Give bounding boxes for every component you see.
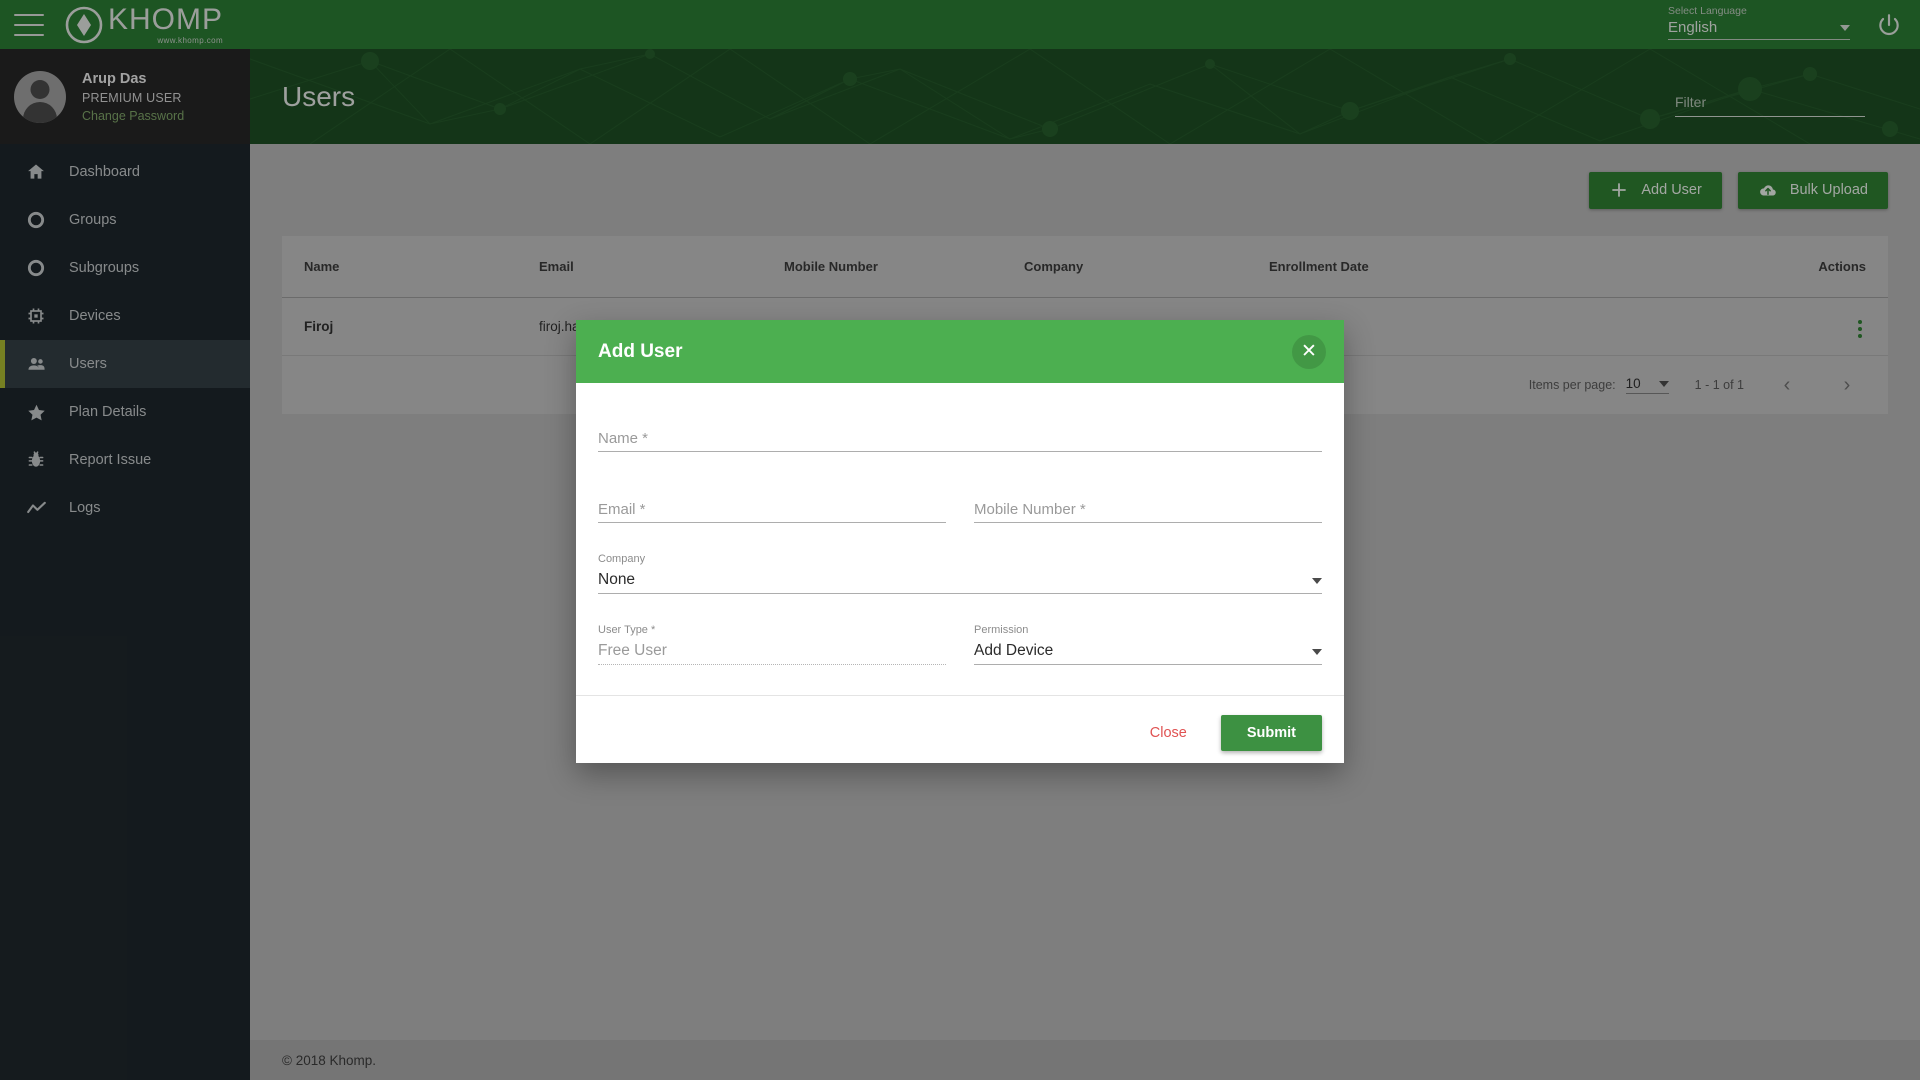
mobile-placeholder: Mobile Number * (974, 501, 1086, 518)
user-type-field: User Type * Free User (598, 624, 946, 665)
mobile-number-field[interactable]: Mobile Number * (974, 482, 1322, 523)
permission-caption: Permission (974, 624, 1029, 636)
name-caption (598, 411, 1322, 424)
add-user-dialog: Add User ✕ Name * Email * Mobile Number … (576, 320, 1344, 763)
dialog-footer: Close Submit (576, 695, 1344, 769)
user-type-value: Free User (598, 642, 667, 659)
chevron-down-icon (1312, 649, 1322, 655)
dialog-header: Add User ✕ (576, 320, 1344, 383)
company-value: None (598, 571, 636, 588)
name-field[interactable]: Name * (598, 411, 1322, 452)
permission-select[interactable]: Permission Add Device (974, 624, 1322, 665)
submit-button[interactable]: Submit (1220, 714, 1322, 751)
chevron-down-icon (1312, 578, 1322, 584)
email-placeholder: Email * (598, 501, 646, 518)
dialog-body: Name * Email * Mobile Number * Company N… (576, 383, 1344, 695)
company-caption: Company (598, 553, 646, 565)
dialog-title: Add User (598, 340, 683, 362)
name-placeholder: Name * (598, 430, 649, 447)
close-button[interactable]: Close (1138, 717, 1199, 749)
company-select[interactable]: Company None (598, 553, 1322, 594)
mobile-caption (974, 482, 1322, 495)
permission-value: Add Device (974, 642, 1054, 659)
close-icon[interactable]: ✕ (1292, 334, 1326, 369)
user-type-caption: User Type * (598, 624, 656, 636)
email-caption (598, 482, 946, 495)
email-field[interactable]: Email * (598, 482, 946, 523)
